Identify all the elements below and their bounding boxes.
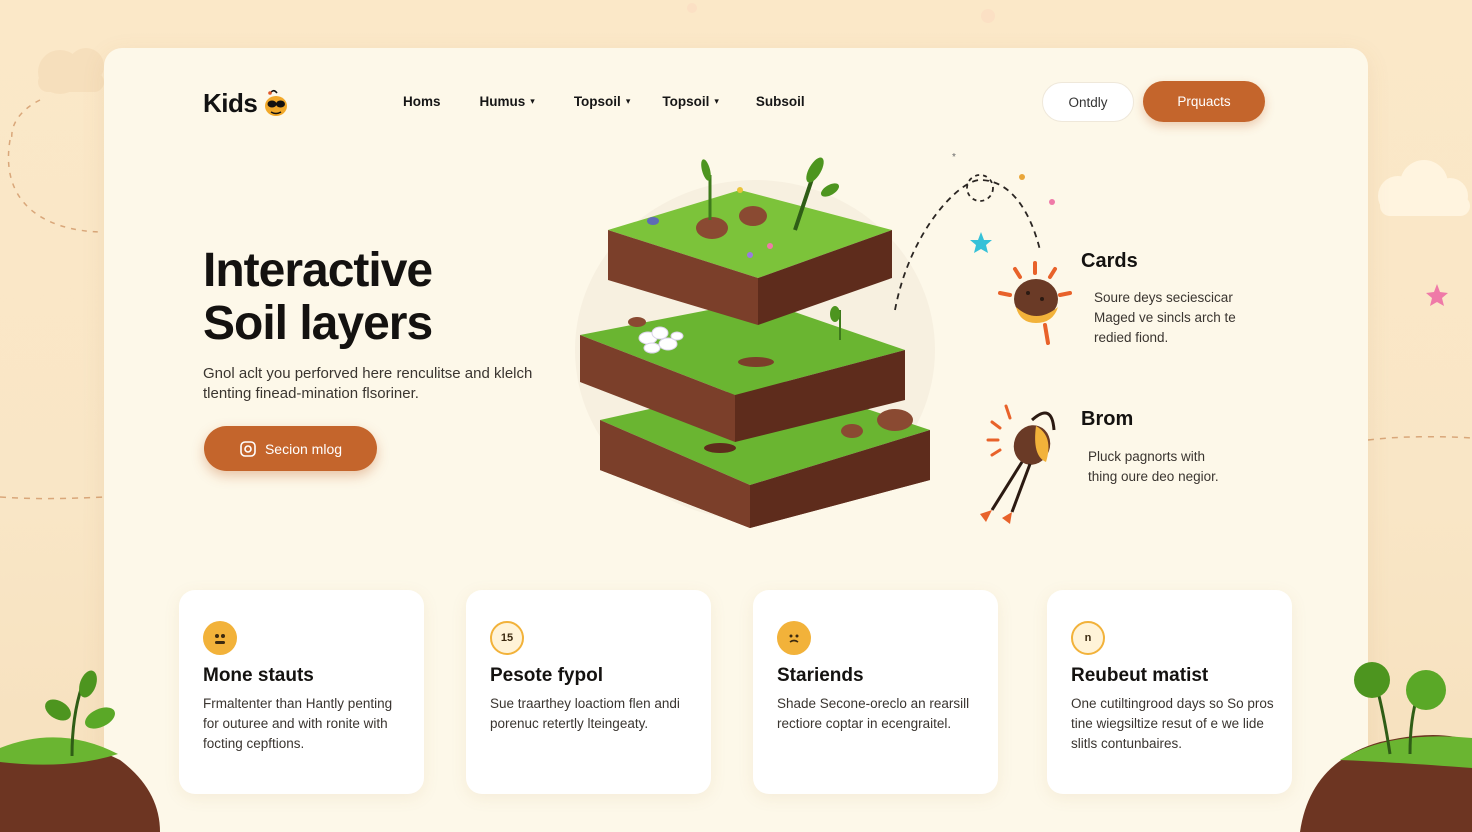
feature-text: Sue traarthey loactiom flen andi porenuc… — [490, 696, 680, 731]
nav-label: Topsoil — [662, 94, 710, 109]
hero-title-line: Soil layers — [203, 297, 433, 350]
hero-title-line: Interactive — [203, 244, 433, 297]
letter-icon: n — [1071, 621, 1105, 655]
prquacts-button[interactable]: Prquacts — [1143, 81, 1265, 122]
feature-title: Stariends — [777, 665, 864, 686]
letter-icon-text: n — [1084, 632, 1092, 644]
main-nav: Homs Humus ▾ Topsoil ▾ Topsoil ▾ Subsoil — [403, 94, 805, 109]
left-mound-decoration — [0, 670, 160, 832]
hero-cta-button[interactable]: Secion mlog — [204, 426, 377, 471]
number-icon-text: 15 — [500, 632, 514, 644]
badge-icon — [240, 440, 256, 457]
feature-text: One cutiltingrood days so So pros tine w… — [1071, 696, 1274, 751]
logo-text: Kids — [203, 87, 258, 118]
feature-text: Shade Secone-oreclo an rearsill rectiore… — [777, 696, 970, 731]
logo[interactable]: Kids — [203, 86, 291, 120]
feature-text: Frmaltenter than Hantly penting for outu… — [203, 696, 393, 751]
right-mound-decoration — [1300, 662, 1472, 832]
brom-title: Brom — [1081, 408, 1134, 430]
nav-label: Homs — [403, 94, 441, 109]
nav-label: Topsoil — [573, 94, 621, 109]
hero-title: Interactive Soil layers — [203, 244, 543, 350]
cards-text: Soure deys seciescicar Maged ve sincls a… — [1094, 288, 1274, 348]
feature-card[interactable]: Stariends Shade Secone-oreclo an rearsil… — [753, 590, 998, 794]
bug-icon — [980, 404, 1056, 524]
seed-icon — [998, 261, 1072, 345]
hero-cta-label: Secion mlog — [264, 440, 343, 457]
feature-title: Mone stauts — [203, 665, 314, 686]
nav-item-topsoil[interactable]: Topsoil ▾ — [574, 94, 631, 109]
text-line: redied fiond. — [1094, 330, 1169, 345]
brom-text: Pluck pagnorts with thing oure deo negio… — [1088, 447, 1278, 487]
bee-icon — [265, 89, 288, 116]
nav-label: Subsoil — [755, 94, 805, 109]
number-icon: 15 — [490, 621, 524, 655]
text-line: Pluck pagnorts with — [1088, 449, 1206, 464]
feature-title: Reubeut matist — [1071, 665, 1209, 686]
cloud-icon — [1378, 160, 1470, 216]
star-icon — [970, 232, 992, 253]
nav-item-subsoil[interactable]: Subsoil — [756, 94, 805, 109]
cloud-icon — [38, 48, 104, 94]
feature-card[interactable]: Mone stauts Frmaltenter than Hantly pent… — [179, 590, 424, 794]
text-line: thing oure deo negior. — [1088, 469, 1219, 484]
nav-label: Humus — [479, 94, 526, 109]
cards-title: Cards — [1081, 250, 1138, 272]
nav-item-humus[interactable]: Humus ▾ — [480, 94, 535, 109]
nav-item-homs[interactable]: Homs — [403, 94, 441, 109]
feature-title: Pesote fypol — [490, 665, 603, 686]
text-line: Soure deys seciescicar — [1094, 290, 1233, 305]
feature-card[interactable]: 15 Pesote fypol Sue traarthey loactiom f… — [466, 590, 711, 794]
face-icon — [203, 621, 237, 655]
feature-card[interactable]: n Reubeut matist One cutiltingrood days … — [1047, 590, 1292, 794]
star-icon — [1426, 284, 1448, 306]
chevron-down-icon: ▾ — [530, 96, 535, 106]
smiley-icon — [777, 621, 811, 655]
chevron-down-icon: ▾ — [714, 96, 719, 106]
ontdly-button[interactable]: Ontdly — [1042, 82, 1134, 122]
nav-item-topsoil-2[interactable]: Topsoil ▾ — [662, 94, 719, 109]
svg-text:*: * — [952, 152, 956, 163]
chevron-down-icon: ▾ — [625, 96, 631, 106]
text-line: Maged ve sincls arch te — [1094, 310, 1236, 325]
hero-description: Gnol aclt you perforved here renculitse … — [203, 365, 533, 402]
